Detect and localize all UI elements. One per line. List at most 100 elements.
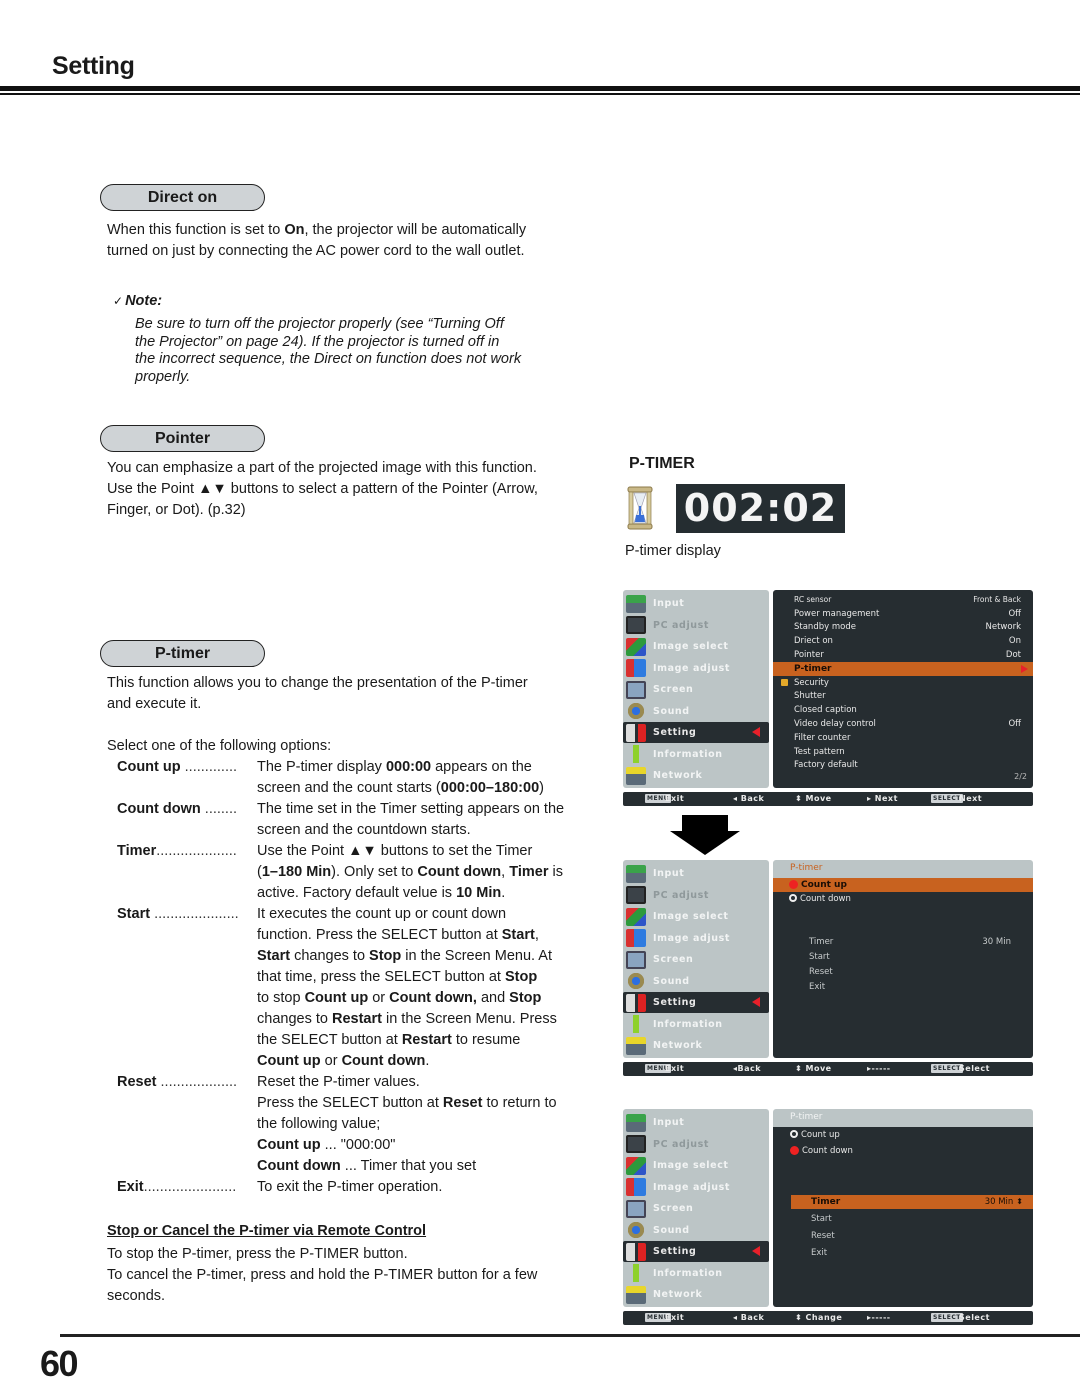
option-start[interactable]: Start: [773, 1212, 1033, 1226]
osd-main-menu: Input PC adjust Image select Image adjust Sc…: [623, 1109, 769, 1307]
osd-menu-item-information[interactable]: Information: [623, 744, 769, 765]
osd-menu-item-information[interactable]: Information: [623, 1014, 769, 1035]
setting-row-closed-caption[interactable]: Closed caption: [773, 703, 1033, 717]
osd-main-menu: Input PC adjust Image select Image adjust Sc…: [623, 860, 769, 1058]
option-term-label: Count down: [117, 801, 201, 817]
option-term-label: Start: [117, 906, 151, 922]
radio-unselected-icon: [790, 1130, 798, 1139]
osd-menu-item-pc-adjust[interactable]: PC adjust: [623, 885, 769, 906]
option-count-up[interactable]: Count up: [773, 878, 1033, 892]
osd-guide-bar: MENU Exit ◂ Back ⬍ Change ▸----- SELECT Select: [623, 1311, 1033, 1325]
option-label: Exit: [811, 1247, 828, 1258]
osd-menu-item-image-adjust[interactable]: Image adjust: [623, 658, 769, 679]
description-line: Count down ... Timer that you set: [257, 1158, 477, 1174]
text: , the projector will be automatically: [304, 222, 527, 238]
up-down-icon: ⬍: [1016, 1196, 1023, 1206]
osd-menu-item-pc-adjust[interactable]: PC adjust: [623, 1134, 769, 1155]
option-exit[interactable]: Exit: [773, 980, 1033, 994]
osd-menu-item-image-select[interactable]: Image select: [623, 636, 769, 657]
page-number: 60: [40, 1343, 79, 1384]
osd-menu-item-label: Image adjust: [653, 662, 731, 674]
osd-menu-item-input[interactable]: Input: [623, 1112, 769, 1133]
setting-row-driect-on[interactable]: Driect on On: [773, 634, 1033, 648]
osd-menu-item-image-select[interactable]: Image select: [623, 906, 769, 927]
osd-menu-item-setting[interactable]: Setting: [623, 1241, 769, 1262]
osd-menu-item-label: Network: [653, 770, 703, 781]
option-timer[interactable]: Timer 30 Min ⬍: [791, 1195, 1033, 1209]
setting-row-rc-sensor[interactable]: RC sensor Front & Back: [773, 593, 1033, 607]
leader-dots: .......................: [143, 1179, 237, 1195]
setting-row-pointer[interactable]: Pointer Dot: [773, 648, 1033, 662]
setting-label: Filter counter: [794, 732, 851, 743]
osd-menu-item-screen[interactable]: Screen: [623, 1198, 769, 1219]
text-line: To cancel the P-timer, press and hold th…: [107, 1267, 538, 1283]
osd-menu-item-screen[interactable]: Screen: [623, 949, 769, 970]
option-label: Reset: [809, 966, 833, 977]
setting-row-shutter[interactable]: Shutter: [773, 690, 1033, 704]
option-reset[interactable]: Reset: [773, 965, 1033, 979]
setting-row-security[interactable]: Security: [773, 676, 1033, 690]
screen-icon: [626, 1199, 646, 1218]
option-term-label: Count up: [117, 759, 181, 775]
option-count-down[interactable]: Count down: [773, 1144, 1033, 1158]
osd-menu-item-image-adjust[interactable]: Image adjust: [623, 1177, 769, 1198]
osd-menu-item-sound[interactable]: Sound: [623, 1220, 769, 1241]
osd-menu-item-image-select[interactable]: Image select: [623, 1155, 769, 1176]
footer-rule: [60, 1334, 1080, 1337]
setting-row-p-timer[interactable]: P-timer: [773, 662, 1033, 676]
osd-menu-item-network[interactable]: Network: [623, 1035, 769, 1056]
osd-menu-item-network[interactable]: Network: [623, 765, 769, 786]
osd-menu-item-input[interactable]: Input: [623, 593, 769, 614]
guide-next: ▸ Next: [867, 794, 898, 803]
option-timer[interactable]: Timer 30 Min: [773, 935, 1033, 949]
setting-label: Factory default: [794, 760, 858, 771]
network-icon: [626, 1036, 646, 1055]
osd-menu-item-information[interactable]: Information: [623, 1263, 769, 1284]
option-start[interactable]: Start: [773, 950, 1033, 964]
page-indicator: 2/2: [1014, 772, 1027, 782]
option-label: Count up: [801, 1129, 840, 1140]
select-prompt: Select one of the following options:: [107, 738, 332, 754]
setting-row-power-management[interactable]: Power management Off: [773, 607, 1033, 621]
osd-menu-item-label: Input: [653, 868, 685, 879]
osd-menu-item-label: Image adjust: [653, 932, 731, 944]
page-indicator-row: 2/2: [773, 770, 1033, 784]
setting-row-video-delay-control[interactable]: Video delay control Off: [773, 717, 1033, 731]
osd-menu-item-sound[interactable]: Sound: [623, 971, 769, 992]
osd-setting-submenu: RC sensor Front & Back Power management Off…: [773, 590, 1033, 788]
osd-p-timer-submenu: P-timer Count up Count down Timer 30 Min…: [773, 860, 1033, 1058]
image-select-icon: [626, 907, 646, 926]
setting-row-standby-mode[interactable]: Standby mode Network: [773, 621, 1033, 635]
pc-adjust-icon: [626, 616, 646, 634]
setting-value: Front & Back: [973, 595, 1021, 605]
osd-menu-item-sound[interactable]: Sound: [623, 701, 769, 722]
submenu-title: P-timer: [790, 863, 823, 873]
osd-menu-item-input[interactable]: Input: [623, 863, 769, 884]
check-icon: ✓: [113, 294, 124, 308]
option-description: Use the Point ▲▼ buttons to set the Time…: [257, 841, 602, 904]
text-line: seconds.: [107, 1288, 166, 1304]
active-indicator-icon: [752, 1246, 760, 1256]
option-exit[interactable]: Exit: [773, 1246, 1033, 1260]
setting-label: RC sensor: [794, 595, 832, 605]
setting-row-filter-counter[interactable]: Filter counter: [773, 731, 1033, 745]
osd-menu-item-label: Screen: [653, 954, 694, 965]
osd-menu-item-setting[interactable]: Setting: [623, 722, 769, 743]
setting-row-test-pattern[interactable]: Test pattern: [773, 745, 1033, 759]
option-count-up[interactable]: Count up: [773, 1128, 1033, 1142]
osd-menu-item-image-adjust[interactable]: Image adjust: [623, 928, 769, 949]
active-indicator-icon: [752, 997, 760, 1007]
option-label: Timer: [811, 1196, 841, 1207]
osd-menu-item-label: Image select: [653, 641, 729, 652]
osd-menu-item-pc-adjust[interactable]: PC adjust: [623, 615, 769, 636]
osd-menu-item-network[interactable]: Network: [623, 1284, 769, 1305]
option-count-down[interactable]: Count down: [773, 892, 1033, 906]
osd-menu-item-screen[interactable]: Screen: [623, 679, 769, 700]
osd-menu-item-setting[interactable]: Setting: [623, 992, 769, 1013]
option-term: Count down ........: [117, 799, 257, 841]
option-reset[interactable]: Reset: [773, 1229, 1033, 1243]
option-term: Exit.......................: [117, 1177, 257, 1198]
setting-label: Shutter: [794, 691, 826, 702]
guide-move: ⬍ Move: [795, 1064, 832, 1073]
header-rule-thin: [0, 93, 1080, 95]
